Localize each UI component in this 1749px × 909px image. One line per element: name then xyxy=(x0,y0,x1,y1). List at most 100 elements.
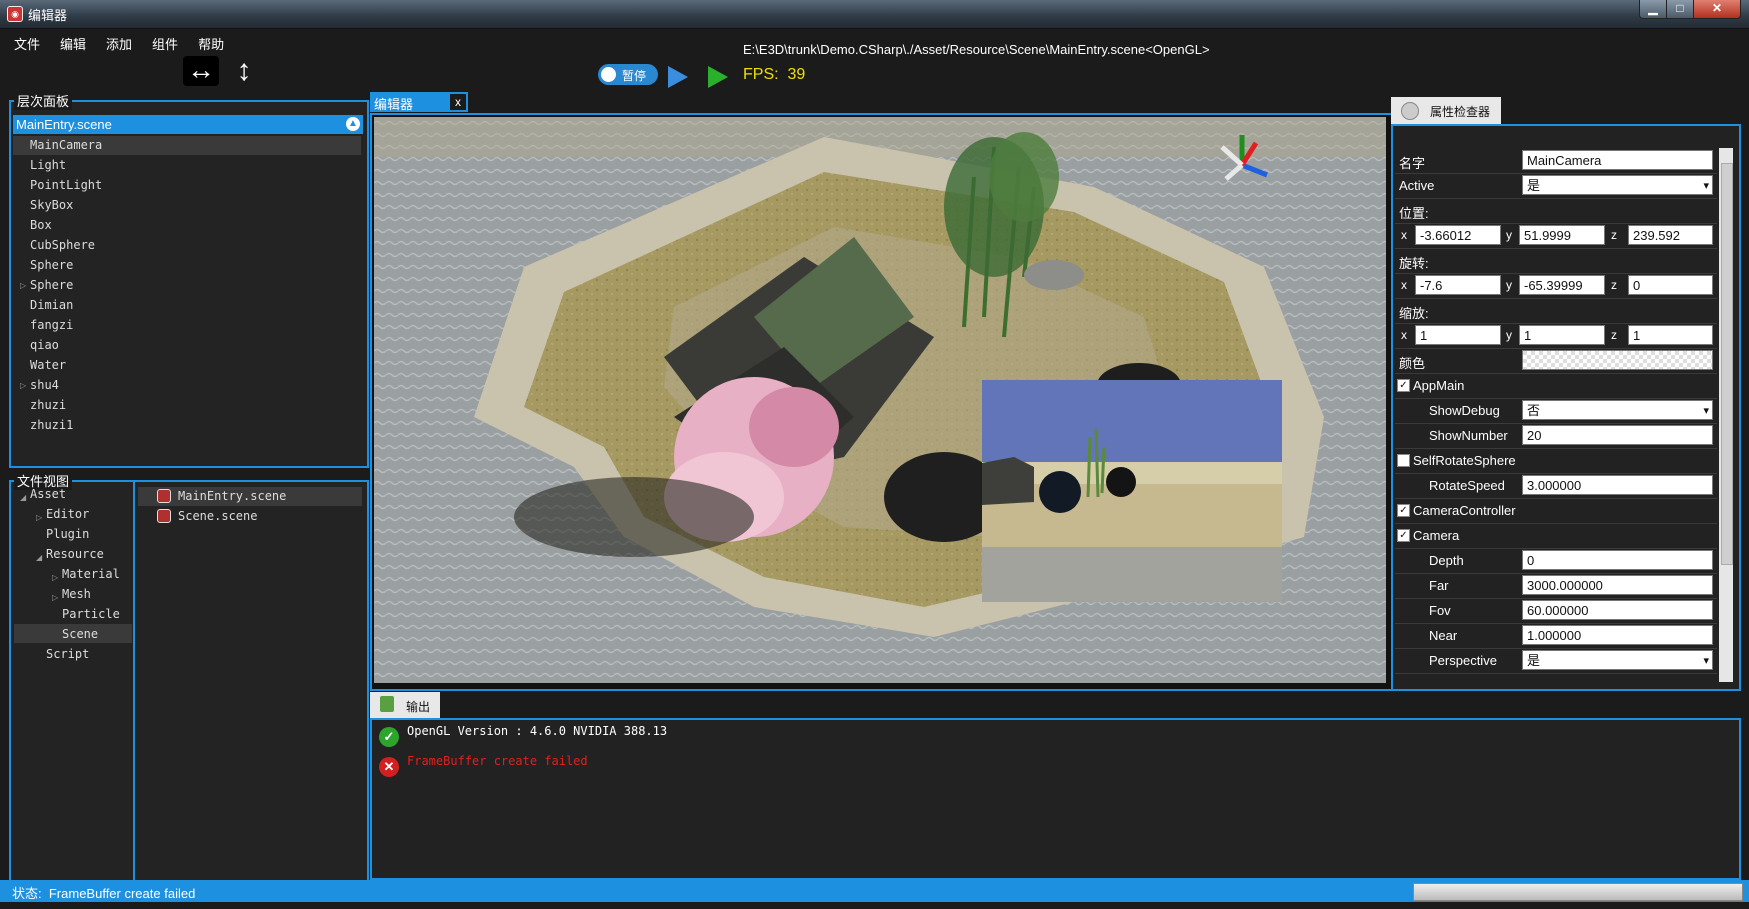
hierarchy-item[interactable]: Light xyxy=(30,156,66,174)
expand-arrow-icon[interactable]: ◢ xyxy=(36,553,42,562)
tab-editor[interactable]: 编辑器 x xyxy=(370,92,468,112)
minimize-button[interactable]: ▁ xyxy=(1639,0,1667,19)
fov-field[interactable]: 60.000000 xyxy=(1522,600,1713,620)
active-select[interactable]: 是 xyxy=(1522,175,1713,196)
maximize-button[interactable]: □ xyxy=(1666,0,1694,19)
near-field[interactable]: 1.000000 xyxy=(1522,625,1713,645)
file-tree-item[interactable]: Resource xyxy=(46,545,104,563)
close-button[interactable]: ✕ xyxy=(1693,0,1741,19)
hierarchy-item[interactable]: fangzi xyxy=(30,316,73,334)
expand-arrow-icon[interactable]: ◢ xyxy=(20,493,26,502)
hierarchy-item[interactable]: SkyBox xyxy=(30,196,73,214)
axis-y-label: y xyxy=(1506,228,1512,242)
hierarchy-item[interactable]: Dimian xyxy=(30,296,73,314)
prop-name-row: 名字 MainCamera xyxy=(1395,149,1717,174)
file-tree-item[interactable]: Plugin xyxy=(46,525,89,543)
scene-file-icon xyxy=(157,489,171,503)
prop-shownumber-row: ShowNumber 20 xyxy=(1395,424,1717,449)
play-icon[interactable] xyxy=(668,66,688,88)
fps-readout: FPS: 39 xyxy=(743,66,806,83)
hierarchy-item[interactable]: qiao xyxy=(30,336,59,354)
file-panel-splitter[interactable] xyxy=(133,482,135,880)
file-list-item[interactable]: MainEntry.scene xyxy=(178,487,286,505)
scale-z-field[interactable]: 1 xyxy=(1628,325,1713,345)
rotatespeed-field[interactable]: 3.000000 xyxy=(1522,475,1713,495)
close-icon: ✕ xyxy=(1711,1,1723,15)
hierarchy-item[interactable]: zhuzi1 xyxy=(30,416,73,434)
expand-arrow-icon[interactable]: ▷ xyxy=(36,513,42,522)
position-z-field[interactable]: 239.592 xyxy=(1628,225,1713,245)
cameracontroller-checkbox[interactable]: ✓ xyxy=(1397,504,1410,517)
rotation-z-field[interactable]: 0 xyxy=(1628,275,1713,295)
hierarchy-item[interactable]: MainCamera xyxy=(30,136,102,154)
inspector-scroll-thumb[interactable] xyxy=(1721,163,1733,565)
file-list-item[interactable]: Scene.scene xyxy=(178,507,257,525)
color-swatch[interactable] xyxy=(1522,350,1713,370)
prop-label: 缩放: xyxy=(1399,306,1429,321)
perspective-select[interactable]: 是 xyxy=(1522,650,1713,671)
hierarchy-item[interactable]: PointLight xyxy=(30,176,102,194)
hierarchy-item[interactable]: shu4 xyxy=(30,376,59,394)
file-tree-item[interactable]: Asset xyxy=(30,485,66,503)
prop-label: Near xyxy=(1429,628,1458,643)
menu-help[interactable]: 帮助 xyxy=(198,34,224,53)
name-field[interactable]: MainCamera xyxy=(1522,150,1713,170)
prop-rotatespeed-row: RotateSpeed 3.000000 xyxy=(1395,474,1717,499)
prop-label: Far xyxy=(1429,578,1449,593)
file-tree-item[interactable]: Script xyxy=(46,645,89,663)
showdebug-select[interactable]: 否 xyxy=(1522,400,1713,421)
camera-checkbox[interactable]: ✓ xyxy=(1397,529,1410,542)
axis-z-label: z xyxy=(1611,328,1617,342)
horizontal-layout-icon[interactable]: ↔ xyxy=(183,56,219,86)
prop-far-row: Far 3000.000000 xyxy=(1395,574,1717,599)
scale-x-field[interactable]: 1 xyxy=(1415,325,1501,345)
position-y-field[interactable]: 51.9999 xyxy=(1519,225,1605,245)
depth-field[interactable]: 0 xyxy=(1522,550,1713,570)
prop-position-row: x -3.66012 y 51.9999 z 239.592 xyxy=(1395,224,1717,249)
prop-fov-row: Fov 60.000000 xyxy=(1395,599,1717,624)
scene-viewport[interactable] xyxy=(374,117,1386,683)
file-tree-item[interactable]: Scene xyxy=(62,625,98,643)
hierarchy-item[interactable]: Sphere xyxy=(30,256,73,274)
hierarchy-root[interactable]: MainEntry.scene ▲ xyxy=(13,115,363,134)
checker-pattern xyxy=(1523,351,1712,369)
menu-edit[interactable]: 编辑 xyxy=(60,34,86,53)
hierarchy-item[interactable]: Water xyxy=(30,356,66,374)
hierarchy-item[interactable]: Sphere xyxy=(30,276,73,294)
prop-rotation-header: 旋转: xyxy=(1395,249,1717,274)
hierarchy-item[interactable]: CubSphere xyxy=(30,236,95,254)
far-field[interactable]: 3000.000000 xyxy=(1522,575,1713,595)
file-tree-item[interactable]: Mesh xyxy=(62,585,91,603)
rotation-y-field[interactable]: -65.39999 xyxy=(1519,275,1605,295)
expand-arrow-icon[interactable]: ▷ xyxy=(52,593,58,602)
collapse-icon[interactable]: ▲ xyxy=(346,117,360,131)
tab-inspector[interactable]: 属性检查器 xyxy=(1391,97,1501,124)
file-tree-item[interactable]: Material xyxy=(62,565,120,583)
output-panel-lower xyxy=(370,810,1741,880)
menu-file[interactable]: 文件 xyxy=(14,34,40,53)
tab-output[interactable]: 输出 xyxy=(370,692,440,718)
prop-label: Fov xyxy=(1429,603,1451,618)
hierarchy-item[interactable]: Box xyxy=(30,216,52,234)
selfrotate-checkbox[interactable] xyxy=(1397,454,1410,467)
run-icon[interactable] xyxy=(708,66,728,88)
scale-y-field[interactable]: 1 xyxy=(1519,325,1605,345)
shownumber-field[interactable]: 20 xyxy=(1522,425,1713,445)
appmain-checkbox[interactable]: ✓ xyxy=(1397,379,1410,392)
file-tree-item[interactable]: Particle xyxy=(62,605,120,623)
hierarchy-item[interactable]: zhuzi xyxy=(30,396,66,414)
file-tree-item[interactable]: Editor xyxy=(46,505,89,523)
position-x-field[interactable]: -3.66012 xyxy=(1415,225,1501,245)
menu-component[interactable]: 组件 xyxy=(152,34,178,53)
tab-close-button[interactable]: x xyxy=(450,94,466,110)
expand-arrow-icon[interactable]: ▷ xyxy=(20,381,26,390)
title-bar xyxy=(0,0,1749,29)
vertical-layout-icon[interactable]: ↕ xyxy=(231,54,257,88)
pause-label: 暂停 xyxy=(622,69,647,83)
menu-add[interactable]: 添加 xyxy=(106,34,132,53)
prop-label: ShowDebug xyxy=(1429,403,1500,418)
pause-toggle[interactable]: 暂停 xyxy=(598,64,658,85)
expand-arrow-icon[interactable]: ▷ xyxy=(20,281,26,290)
rotation-x-field[interactable]: -7.6 xyxy=(1415,275,1501,295)
expand-arrow-icon[interactable]: ▷ xyxy=(52,573,58,582)
